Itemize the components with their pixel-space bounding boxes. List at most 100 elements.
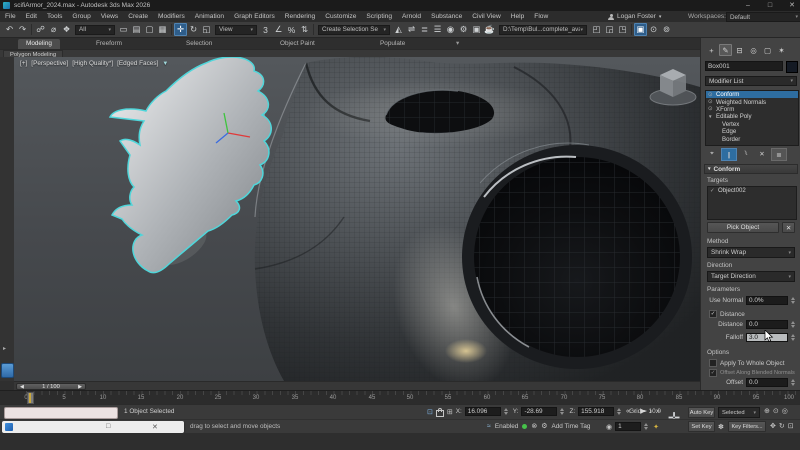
menu-modifiers[interactable]: Modifiers <box>153 13 190 20</box>
key-filters-button[interactable]: Key Filters... <box>728 421 766 432</box>
rendered-frame-icon[interactable]: ▣ <box>470 23 483 36</box>
utilities-tab-icon[interactable]: ✶ <box>775 44 788 56</box>
current-frame-field[interactable]: 1 <box>615 422 641 431</box>
select-by-name-icon[interactable]: ▤ <box>130 23 143 36</box>
menu-arnold[interactable]: Arnold <box>397 13 426 20</box>
key-mode-eye-icon[interactable]: ◉ <box>606 423 612 431</box>
disable-icon[interactable]: ⊗ <box>531 422 537 430</box>
maximize-viewport-icon[interactable]: ⊡ <box>788 422 794 430</box>
select-and-move-icon[interactable]: ✛ <box>174 23 187 36</box>
workspace-dropdown[interactable]: Default ▾ <box>726 12 800 22</box>
layers-icon[interactable]: ≣ <box>418 23 431 36</box>
unlink-icon[interactable]: ⌀ <box>47 23 60 36</box>
menu-file[interactable]: File <box>0 13 21 20</box>
menu-substance[interactable]: Substance <box>426 13 467 20</box>
add-time-tag[interactable]: Add Time Tag <box>551 423 590 430</box>
snap-toggle-icon[interactable]: 3 <box>259 23 272 36</box>
spinner[interactable] <box>644 422 650 431</box>
track-bar[interactable]: 0 5 10 15 20 25 30 35 40 45 50 55 60 65 … <box>0 390 800 405</box>
material-editor-icon[interactable]: ◉ <box>444 23 457 36</box>
menu-civil-view[interactable]: Civil View <box>467 13 505 20</box>
menu-help[interactable]: Help <box>506 13 530 20</box>
close-window-icon[interactable]: ✕ <box>152 423 158 431</box>
menu-graph-editors[interactable]: Graph Editors <box>229 13 280 20</box>
angle-snap-icon[interactable]: ∠ <box>272 23 285 36</box>
scene-explorer-icon[interactable]: ☰ <box>431 23 444 36</box>
menu-create[interactable]: Create <box>123 13 153 20</box>
apply-whole-object-row[interactable]: Apply To Whole Object <box>709 359 785 367</box>
account-area[interactable]: Logan Foster ▾ <box>608 13 661 20</box>
save-folder-icon[interactable]: ◳ <box>616 23 629 36</box>
track-selection-icon[interactable]: ≈ <box>487 423 491 430</box>
stack-item-editable-poly[interactable]: ▼ Editable Poly <box>706 113 798 120</box>
spinner[interactable] <box>791 333 797 342</box>
xyz-grid-icon[interactable]: ⊞ <box>447 408 453 416</box>
spinner[interactable] <box>791 296 797 305</box>
project-path-dropdown[interactable]: D:\Temp\Bul...complete_ava ▾ <box>499 25 587 35</box>
perspective-viewport[interactable]: [+] [Perspective] [High Quality*] [Edged… <box>14 57 700 381</box>
distance-field[interactable]: 0.0 <box>746 320 788 329</box>
expand-arrow-icon[interactable]: ▼ <box>708 114 716 119</box>
spinner[interactable] <box>504 407 510 416</box>
checkbox-checked-icon[interactable]: ✓ <box>709 310 717 318</box>
named-selection-set-field[interactable]: Create Selection Se ▾ <box>318 25 390 35</box>
tab-object-paint[interactable]: Object Paint <box>272 39 323 49</box>
set-key-button[interactable]: Set Key <box>688 421 715 432</box>
go-to-start-icon[interactable]: « <box>626 408 630 415</box>
menu-rendering[interactable]: Rendering <box>280 13 320 20</box>
viewport-plus-menu[interactable]: [+] <box>20 60 27 67</box>
render-setup-icon[interactable]: ⚙ <box>457 23 470 36</box>
offset-field[interactable]: 0.0 <box>746 378 788 387</box>
spinner[interactable] <box>617 407 623 416</box>
spinner-snap-icon[interactable]: ⇅ <box>298 23 311 36</box>
window-crossing-icon[interactable]: ▦ <box>156 23 169 36</box>
object-name-field[interactable]: Box001 <box>705 61 783 71</box>
viewport-filter-icon[interactable]: ▼ <box>162 61 168 67</box>
menu-group[interactable]: Group <box>67 13 95 20</box>
tab-selection[interactable]: Selection <box>178 39 220 49</box>
menu-views[interactable]: Views <box>96 13 123 20</box>
keying-mode-icon[interactable]: ✽ <box>718 423 724 431</box>
select-and-rotate-icon[interactable]: ↻ <box>187 23 200 36</box>
select-and-scale-icon[interactable]: ◱ <box>200 23 213 36</box>
conform-rollout-header[interactable]: ▾ Conform <box>704 164 798 174</box>
display-tab-icon[interactable]: ▢ <box>761 44 774 56</box>
distance-checkbox-row[interactable]: ✓ Distance <box>709 310 745 318</box>
z-coordinate-field[interactable]: 155.918 <box>578 407 614 416</box>
restore-window-icon[interactable]: □ <box>106 423 110 430</box>
frame-back-icon[interactable]: ◀ <box>20 384 24 390</box>
user-name[interactable]: Logan Foster <box>617 13 656 20</box>
use-normal-field[interactable]: 0.0% <box>746 296 788 305</box>
tab-populate[interactable]: Populate <box>372 39 413 49</box>
stack-item-border[interactable]: Border <box>706 135 798 142</box>
stack-item-vertex[interactable]: Vertex <box>706 121 798 128</box>
percent-snap-icon[interactable]: % <box>285 23 298 36</box>
visibility-eye-icon[interactable]: ⊙ <box>708 106 716 112</box>
viewport-quality-menu[interactable]: [High Quality*] <box>72 60 113 67</box>
stack-item-xform[interactable]: ⊙ XForm <box>706 106 798 113</box>
workspace-icon[interactable]: ▣ <box>634 23 647 36</box>
minimized-floating-window[interactable]: □ ✕ <box>2 421 184 433</box>
minimize-button[interactable]: – <box>740 0 756 11</box>
visibility-eye-icon[interactable]: ⊙ <box>708 92 716 98</box>
tab-freeform[interactable]: Freeform <box>88 39 130 49</box>
remove-modifier-icon[interactable]: ✕ <box>755 148 769 159</box>
search-ring-icon[interactable]: ⊚ <box>660 23 673 36</box>
pick-object-button[interactable]: Pick Object <box>707 222 779 233</box>
select-link-icon[interactable]: ☍ <box>34 23 47 36</box>
close-button[interactable]: ✕ <box>784 0 800 11</box>
ribbon-minimize-icon[interactable]: ▾ <box>448 39 467 49</box>
isolate-selection-icon[interactable]: ⊡ <box>427 408 433 416</box>
selection-set-dropdown[interactable]: Selected ▾ <box>718 407 760 418</box>
menu-animation[interactable]: Animation <box>190 13 229 20</box>
targets-list[interactable]: ✓ Object002 <box>707 186 797 220</box>
clear-target-button[interactable]: ✕ <box>782 222 795 233</box>
skull-mesh-selected[interactable] <box>110 57 271 273</box>
hierarchy-tab-icon[interactable]: ⊟ <box>733 44 746 56</box>
visibility-eye-icon[interactable]: ⊙ <box>708 99 716 105</box>
create-tab-icon[interactable]: + <box>705 44 718 56</box>
stack-item-conform[interactable]: ⊙ Conform <box>706 91 798 98</box>
time-configuration-icon[interactable]: ⚙ <box>541 422 547 430</box>
render-icon[interactable]: ☕ <box>483 23 496 36</box>
previous-frame-icon[interactable]: ‹ <box>634 408 636 415</box>
